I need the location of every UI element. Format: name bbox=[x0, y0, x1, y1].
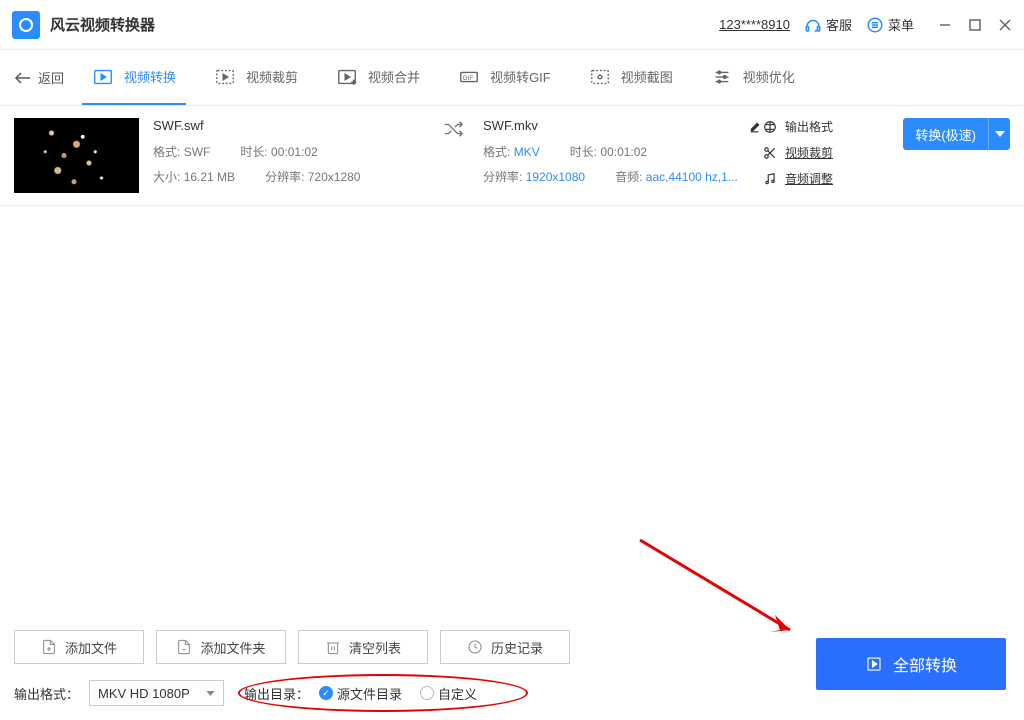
output-format-icon bbox=[763, 120, 777, 134]
app-logo bbox=[12, 11, 40, 39]
dest-filename: SWF.mkv bbox=[483, 118, 538, 133]
scissors-icon bbox=[763, 146, 777, 160]
svg-text:GIF: GIF bbox=[463, 74, 474, 81]
menu-icon bbox=[866, 16, 884, 34]
close-button[interactable] bbox=[998, 18, 1012, 32]
svg-text:+: + bbox=[352, 77, 356, 86]
file-list: SWF.swf 格式: SWF 时长: 00:01:02 大小: 16.21 M… bbox=[0, 106, 1024, 206]
user-id[interactable]: 123****8910 bbox=[719, 17, 790, 32]
convert-icon bbox=[92, 66, 114, 88]
audio-adjust-action[interactable]: 音频调整 bbox=[763, 170, 903, 187]
arrow-left-icon bbox=[14, 71, 32, 85]
screenshot-icon bbox=[589, 66, 611, 88]
source-filename: SWF.swf bbox=[153, 118, 423, 133]
thumbnail[interactable] bbox=[14, 118, 139, 193]
menu-button[interactable]: 菜单 bbox=[866, 15, 914, 34]
clear-list-button[interactable]: 清空列表 bbox=[298, 630, 428, 664]
tab-video-convert[interactable]: 视频转换 bbox=[82, 50, 186, 105]
crop-icon bbox=[214, 66, 236, 88]
support-label: 客服 bbox=[826, 15, 852, 34]
headset-icon bbox=[804, 16, 822, 34]
output-format-label: 输出格式： bbox=[14, 684, 79, 703]
dest-info: SWF.mkv 格式: MKV 时长: 00:01:02 分辨率: 1920x1… bbox=[483, 118, 763, 193]
swap-icon[interactable] bbox=[423, 118, 483, 140]
tab-video-crop[interactable]: 视频裁剪 bbox=[204, 50, 308, 105]
radio-source-dir[interactable]: 源文件目录 bbox=[319, 684, 402, 703]
row-actions: 输出格式 视频裁剪 音频调整 bbox=[763, 118, 903, 187]
optimize-icon bbox=[711, 66, 733, 88]
edit-icon[interactable] bbox=[749, 119, 763, 133]
tab-video-merge[interactable]: + 视频合并 bbox=[326, 50, 430, 105]
radio-custom-dir[interactable]: 自定义 bbox=[420, 684, 477, 703]
history-button[interactable]: 历史记录 bbox=[440, 630, 570, 664]
output-format-action[interactable]: 输出格式 bbox=[763, 118, 903, 135]
file-row: SWF.swf 格式: SWF 时长: 00:01:02 大小: 16.21 M… bbox=[0, 106, 1024, 206]
back-button[interactable]: 返回 bbox=[14, 68, 64, 87]
minimize-button[interactable] bbox=[938, 18, 952, 32]
music-note-icon bbox=[763, 172, 777, 186]
chevron-down-icon bbox=[206, 691, 215, 696]
convert-button[interactable]: 转换(极速) bbox=[903, 118, 1010, 150]
output-dir-label: 输出目录： bbox=[244, 684, 309, 703]
tab-video-gif[interactable]: GIF 视频转GIF bbox=[448, 50, 561, 105]
tabs: 返回 视频转换 视频裁剪 + 视频合并 GIF 视频转GIF 视频截图 视频优化 bbox=[0, 50, 1024, 106]
convert-dropdown-arrow[interactable] bbox=[988, 118, 1010, 150]
output-format-select[interactable]: MKV HD 1080P bbox=[89, 680, 224, 706]
chevron-down-icon bbox=[995, 131, 1005, 137]
support-button[interactable]: 客服 bbox=[804, 15, 852, 34]
crop-action[interactable]: 视频裁剪 bbox=[763, 144, 903, 161]
play-icon bbox=[865, 655, 883, 673]
folder-plus-icon bbox=[176, 638, 192, 656]
file-plus-icon bbox=[41, 638, 57, 656]
merge-icon: + bbox=[336, 66, 358, 88]
trash-icon bbox=[325, 638, 341, 656]
titlebar: 风云视频转换器 123****8910 客服 菜单 bbox=[0, 0, 1024, 50]
source-info: SWF.swf 格式: SWF 时长: 00:01:02 大小: 16.21 M… bbox=[153, 118, 423, 193]
add-file-button[interactable]: 添加文件 bbox=[14, 630, 144, 664]
app-title: 风云视频转换器 bbox=[50, 14, 155, 35]
tab-video-optimize[interactable]: 视频优化 bbox=[701, 50, 805, 105]
add-folder-button[interactable]: 添加文件夹 bbox=[156, 630, 286, 664]
bottom-bar: 添加文件 添加文件夹 清空列表 历史记录 输出格式： MKV HD 1080P … bbox=[0, 616, 1024, 720]
convert-all-button[interactable]: 全部转换 bbox=[816, 638, 1006, 690]
menu-label: 菜单 bbox=[888, 15, 914, 34]
tab-video-screenshot[interactable]: 视频截图 bbox=[579, 50, 683, 105]
clock-icon bbox=[467, 638, 483, 656]
gif-icon: GIF bbox=[458, 66, 480, 88]
maximize-button[interactable] bbox=[968, 18, 982, 32]
